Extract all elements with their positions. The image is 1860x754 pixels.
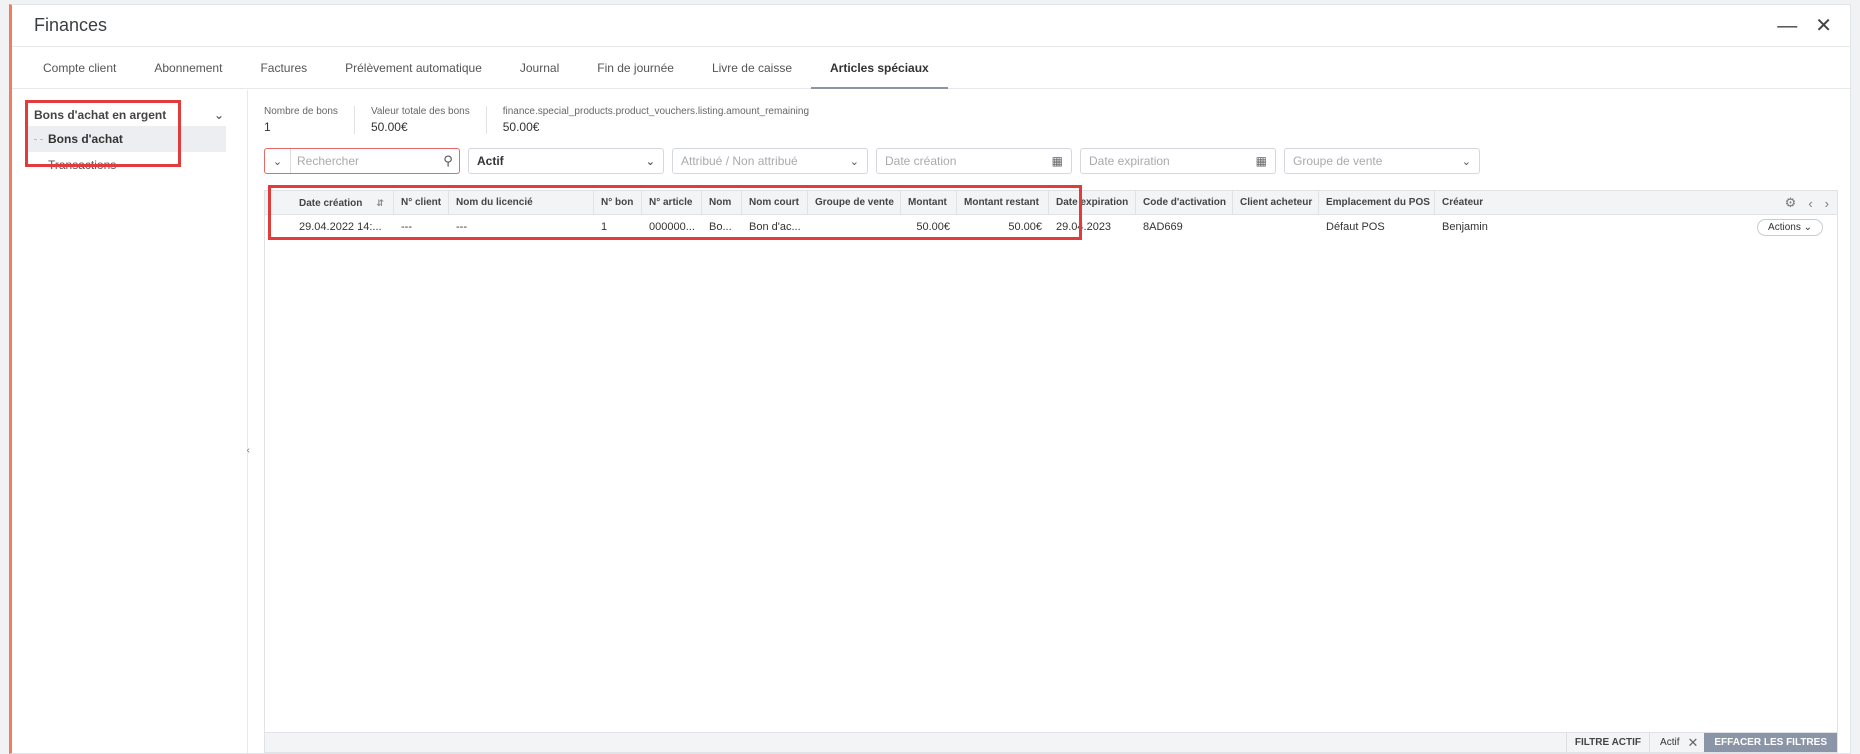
- cell-creator: Benjamin: [1442, 221, 1488, 233]
- col-expiry-date[interactable]: Date expiration: [1049, 190, 1136, 215]
- tree-group-label: Bons d'achat en argent: [34, 108, 167, 122]
- chevron-down-icon: ⌄: [1461, 155, 1471, 168]
- cell-expiry-date: 29.04.2023: [1056, 221, 1112, 233]
- tab-fin-de-journee[interactable]: Fin de journée: [578, 47, 693, 88]
- col-pos-location[interactable]: Emplacement du POS: [1319, 190, 1435, 215]
- stats-bar: Nombre de bons 1 Valeur totale des bons …: [264, 106, 1838, 136]
- col-activation-code[interactable]: Code d'activation: [1136, 190, 1233, 215]
- cell-client-no: ---: [401, 221, 412, 233]
- creation-date-picker[interactable]: Date création ▦: [876, 148, 1072, 174]
- col-short-name[interactable]: Nom court: [742, 190, 808, 215]
- vouchers-grid: Date création ⇵ N° client Nom du licencié…: [264, 185, 1838, 753]
- grid-header: Date création ⇵ N° client Nom du licencié…: [265, 190, 1837, 215]
- cell-amount: 50.00€: [916, 221, 950, 233]
- row-actions-button[interactable]: Actions ⌄: [1757, 218, 1823, 236]
- chevron-down-icon: ⌄: [645, 155, 655, 168]
- chevron-right-icon[interactable]: ›: [1825, 196, 1829, 211]
- col-voucher-no[interactable]: N° bon: [594, 190, 642, 215]
- cell-date-creation: 29.04.2022 14:...: [299, 221, 382, 233]
- search-box: ⌄ ⚲: [264, 148, 460, 174]
- minimize-icon[interactable]: —: [1777, 16, 1797, 36]
- grid-footer: FILTRE ACTIF Actif ✕ EFFACER LES FILTRES: [265, 732, 1837, 752]
- active-filter-label: FILTRE ACTIF: [1565, 733, 1649, 752]
- tab-abonnement[interactable]: Abonnement: [135, 47, 241, 88]
- cell-licensee-name: ---: [456, 221, 467, 233]
- col-creator[interactable]: Créateur: [1435, 191, 1535, 215]
- title-bar: Finances — ✕: [12, 5, 1850, 47]
- sidebar-item-bons-dachat[interactable]: Bons d'achat: [26, 126, 226, 152]
- tab-livre-de-caisse[interactable]: Livre de caisse: [693, 47, 811, 88]
- search-input[interactable]: [291, 154, 437, 168]
- tree-group-vouchers: Bons d'achat en argent ⌄ Bons d'achat Tr…: [26, 104, 226, 178]
- sidebar-item-transactions[interactable]: Transactions: [26, 152, 226, 178]
- col-sales-group[interactable]: Groupe de vente: [808, 190, 901, 215]
- sort-icon[interactable]: ⇵: [376, 198, 384, 208]
- cell-pos-location: Défaut POS: [1326, 221, 1385, 233]
- cell-activation-code: 8AD669: [1143, 221, 1183, 233]
- chevron-down-icon: ⌄: [1803, 221, 1812, 233]
- tab-journal[interactable]: Journal: [501, 47, 578, 88]
- window-title: Finances: [34, 15, 108, 35]
- cell-short-name: Bon d'ac...: [749, 221, 801, 233]
- stat-voucher-count: Nombre de bons 1: [264, 106, 355, 134]
- assigned-select[interactable]: Attribué / Non attribué ⌄: [672, 148, 868, 174]
- sidebar: Bons d'achat en argent ⌄ Bons d'achat Tr…: [12, 90, 250, 753]
- col-buyer-client[interactable]: Client acheteur: [1233, 190, 1319, 215]
- cell-name: Bo...: [709, 221, 732, 233]
- filter-bar: ⌄ ⚲ Actif ⌄ Attribué / Non attribué ⌄ Da…: [264, 148, 1838, 174]
- close-icon[interactable]: ✕: [1815, 16, 1832, 36]
- stat-amount-remaining: finance.special_products.product_voucher…: [502, 106, 810, 134]
- tree-group-header[interactable]: Bons d'achat en argent ⌄: [26, 104, 226, 126]
- cell-amount-remaining: 50.00€: [1008, 221, 1042, 233]
- active-filter-chip: Actif ✕: [1649, 733, 1704, 752]
- gear-icon[interactable]: ⚙: [1785, 195, 1797, 211]
- col-client-no[interactable]: N° client: [394, 190, 449, 215]
- col-article-no[interactable]: N° article: [642, 190, 702, 215]
- chevron-down-icon[interactable]: ⌄: [214, 108, 224, 122]
- cell-article-no: 000000...: [649, 221, 695, 233]
- col-date-creation[interactable]: Date création ⇵: [292, 190, 394, 215]
- grid-spacer: [265, 191, 292, 215]
- chevron-down-icon: ⌄: [849, 155, 859, 168]
- calendar-icon[interactable]: ▦: [1052, 154, 1063, 168]
- table-row[interactable]: 29.04.2022 14:... --- --- 1 000000... Bo…: [265, 215, 1837, 239]
- status-select[interactable]: Actif ⌄: [468, 148, 664, 174]
- tab-factures[interactable]: Factures: [241, 47, 326, 88]
- search-icon[interactable]: ⚲: [437, 153, 459, 169]
- clear-filters-button[interactable]: EFFACER LES FILTRES: [1704, 733, 1837, 752]
- sales-group-select[interactable]: Groupe de vente ⌄: [1284, 148, 1480, 174]
- tab-articles-speciaux[interactable]: Articles spéciaux: [811, 47, 948, 89]
- finances-window: Finances — ✕ Compte client Abonnement Fa…: [9, 4, 1851, 754]
- calendar-icon[interactable]: ▦: [1256, 154, 1267, 168]
- chevron-left-icon[interactable]: ‹: [1808, 196, 1812, 211]
- remove-filter-icon[interactable]: ✕: [1687, 735, 1698, 751]
- search-dropdown-icon[interactable]: ⌄: [265, 149, 291, 173]
- main-panel: Nombre de bons 1 Valeur totale des bons …: [248, 90, 1850, 753]
- tab-bar: Compte client Abonnement Factures Prélèv…: [12, 47, 1850, 89]
- col-amount-remaining[interactable]: Montant restant: [957, 190, 1049, 215]
- cell-voucher-no: 1: [601, 221, 608, 233]
- tab-compte-client[interactable]: Compte client: [24, 47, 135, 88]
- stat-total-value: Valeur totale des bons 50.00€: [355, 106, 487, 134]
- tab-prelevement-automatique[interactable]: Prélèvement automatique: [326, 47, 501, 88]
- col-licensee-name[interactable]: Nom du licencié: [449, 190, 594, 215]
- col-name[interactable]: Nom: [702, 190, 742, 215]
- expiry-date-picker[interactable]: Date expiration ▦: [1080, 148, 1276, 174]
- col-amount[interactable]: Montant: [901, 190, 957, 215]
